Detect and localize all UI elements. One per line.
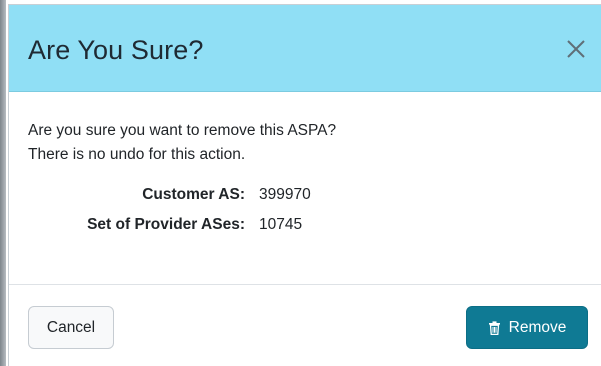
detail-row-customer-as: Customer AS: 399970 [9, 184, 601, 214]
detail-row-provider-ases: Set of Provider ASes: 10745 [9, 214, 601, 244]
dialog-footer: Cancel Remove [9, 285, 601, 365]
close-icon [563, 36, 589, 62]
provider-ases-label: Set of Provider ASes: [87, 216, 245, 233]
aspa-details: Customer AS: 399970 Set of Provider ASes… [9, 184, 601, 244]
remove-button-label: Remove [508, 318, 567, 336]
customer-as-value: 399970 [259, 186, 311, 203]
close-button[interactable] [563, 36, 589, 62]
provider-ases-value: 10745 [259, 216, 303, 233]
dialog-title: Are You Sure? [28, 35, 204, 65]
message-line-undo: There is no undo for this action. [28, 146, 246, 163]
dialog-header: Are You Sure? [9, 5, 601, 92]
page: Are You Sure? Are you sure you want to r… [0, 0, 601, 366]
cancel-button[interactable]: Cancel [28, 306, 114, 349]
confirm-remove-dialog: Are You Sure? Are you sure you want to r… [8, 4, 601, 366]
trash-icon [488, 320, 501, 335]
confirmation-message: Are you sure you want to remove this ASP… [28, 119, 336, 167]
customer-as-label: Customer AS: [142, 186, 245, 203]
message-line-remove: Are you sure you want to remove this ASP… [28, 122, 337, 139]
dialog-body: Are you sure you want to remove this ASP… [9, 92, 601, 285]
remove-button[interactable]: Remove [466, 306, 588, 349]
modal-backdrop [0, 0, 6, 366]
